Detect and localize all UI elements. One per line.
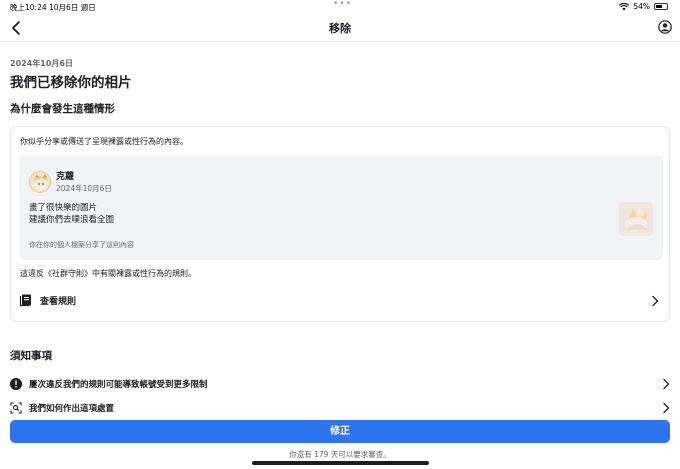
account-icon[interactable]: [658, 20, 672, 34]
notice-item-how-we-decided[interactable]: 我們如何作出這項處置: [0, 399, 680, 419]
multitasking-dots[interactable]: •••: [333, 0, 352, 9]
view-rules-label: 查看規則: [40, 297, 77, 307]
post-date: 2024年10月6日: [56, 184, 112, 193]
explanation-card: 你似乎分享或傳送了呈現裸露或性行為的內容。 克蘿 2024年10月6日 畫了很快…: [10, 126, 670, 322]
notice-label: 我們如何作出這項處置: [29, 404, 115, 414]
nav-title: 移除: [329, 22, 351, 35]
status-date: 10月6日 週日: [49, 3, 96, 12]
chevron-right-icon: [652, 295, 659, 307]
violation-text: 這違反《社群守則》中有關裸露或性行為的規則。: [20, 269, 196, 278]
status-bar: 晚上10:24 10月6日 週日 ••• 54%: [0, 0, 680, 14]
navigation-bar: 移除: [0, 14, 680, 42]
notice-item-restrictions[interactable]: 屢次違反我們的規則可能導致帳號受到更多限制: [0, 375, 680, 395]
wifi-icon: [619, 2, 630, 10]
rulebook-icon: [19, 294, 31, 307]
fix-button[interactable]: 修正: [10, 420, 670, 443]
battery-icon: [654, 3, 668, 10]
explanation-text: 你似乎分享或傳送了呈現裸露或性行為的內容。: [20, 137, 188, 146]
post-author: 克蘿: [56, 172, 75, 182]
post-share-note: 你在你的個人檔案分享了這則內容: [29, 241, 134, 249]
status-indicators: 54%: [619, 2, 668, 11]
removal-date: 2024年10月6日: [10, 59, 73, 68]
post-text: 畫了很快樂的圖片 建議你們去噗浪看全圖: [29, 202, 114, 226]
post-text-line: 建議你們去噗浪看全圖: [29, 215, 115, 225]
page-title: 我們已移除你的相片: [10, 75, 132, 91]
review-deadline-note: 你還有 179 天可以要求審查。: [289, 450, 391, 459]
notices-heading: 須知事項: [10, 350, 52, 362]
chevron-right-icon: [663, 402, 670, 414]
home-indicator[interactable]: [252, 461, 429, 465]
notice-label: 屢次違反我們的規則可能導致帳號受到更多限制: [29, 380, 208, 390]
alert-icon: [10, 378, 22, 390]
view-rules-link[interactable]: 查看規則: [11, 289, 669, 315]
why-heading: 為什麼會發生這種情形: [10, 103, 115, 115]
review-search-icon: [10, 402, 22, 414]
status-time-date: 晚上10:24 10月6日 週日: [10, 2, 96, 13]
battery-percent: 54%: [633, 2, 650, 11]
removed-photo-thumbnail: [619, 202, 653, 236]
removed-post-preview: 克蘿 2024年10月6日 畫了很快樂的圖片 建議你們去噗浪看全圖 你在你的個人…: [19, 155, 663, 260]
chevron-right-icon: [663, 378, 670, 390]
status-time: 晚上10:24: [10, 3, 47, 12]
post-text-line: 畫了很快樂的圖片: [29, 203, 98, 213]
avatar: [29, 171, 51, 193]
